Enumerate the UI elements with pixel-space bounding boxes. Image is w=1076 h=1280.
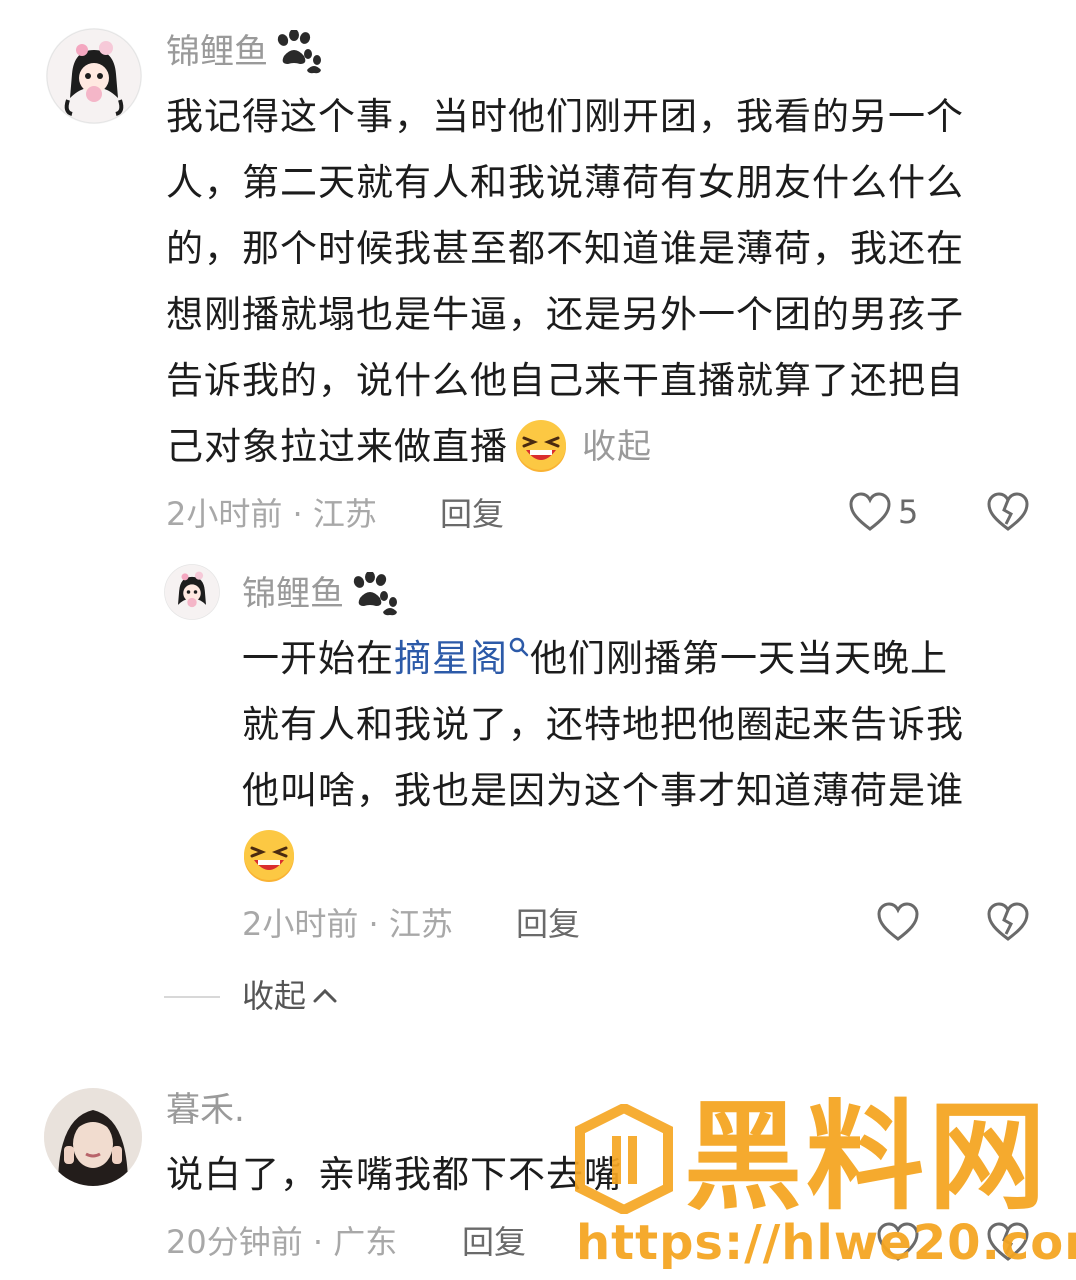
comment-text-line: 告诉我的，说什么他自己来干直播就算了还把自	[166, 359, 964, 402]
broken-heart-icon	[987, 902, 1029, 941]
watermark-url: https://hlwe20.com	[576, 1215, 1076, 1271]
comment-text-line: 己对象拉过来做直播	[166, 425, 508, 468]
comment-time-location: 20分钟前 · 广东	[166, 1223, 398, 1261]
collapse-divider	[164, 996, 220, 998]
reply-button[interactable]: 回复	[462, 1222, 526, 1262]
reply-button[interactable]: 回复	[440, 494, 504, 534]
reply-text: 一开始在摘星阁 他们刚播第一天当天晚上 就有人和我说了，还特地把他圈起来告诉我 …	[242, 626, 1042, 890]
watermark-logo	[572, 1102, 676, 1216]
reply-username[interactable]: 锦鲤鱼	[242, 572, 400, 616]
reply-button[interactable]: 回复	[516, 904, 580, 944]
heart-icon	[877, 902, 919, 941]
comment-text-line: 我记得这个事，当时他们刚开团，我看的另一个	[166, 95, 964, 138]
heart-icon	[849, 492, 891, 531]
reply-user-avatar[interactable]	[164, 564, 220, 620]
dislike-button[interactable]	[986, 490, 1030, 538]
comment-username[interactable]: 暮禾.	[166, 1090, 245, 1130]
paw-icon	[277, 30, 321, 74]
paw-icon	[353, 572, 397, 616]
comment-username[interactable]: 锦鲤鱼	[166, 30, 324, 74]
comment-time-location: 2小时前 · 江苏	[166, 495, 377, 533]
comment-text-line: 人，第二天就有人和我说薄荷有女朋友什么什么	[166, 161, 964, 204]
search-link[interactable]: 摘星阁	[394, 637, 508, 680]
collapse-text-link[interactable]: 收起	[582, 414, 652, 480]
reply-time-location: 2小时前 · 江苏	[242, 905, 453, 943]
collapse-replies-button[interactable]: 收起	[242, 976, 338, 1016]
laughing-emoji-icon	[244, 830, 294, 882]
user-avatar[interactable]	[44, 1088, 142, 1186]
search-icon[interactable]	[508, 636, 530, 658]
broken-heart-icon	[987, 492, 1029, 531]
comment-text: 说白了，亲嘴我都下不去嘴	[166, 1153, 622, 1196]
like-count: 5	[898, 493, 919, 531]
like-button[interactable]	[876, 900, 920, 948]
comment-text-line: 的，那个时候我甚至都不知道谁是薄荷，我还在	[166, 227, 964, 270]
laughing-emoji-icon	[516, 420, 566, 472]
comment-text: 我记得这个事，当时他们刚开团，我看的另一个 人，第二天就有人和我说薄荷有女朋友什…	[166, 84, 1046, 480]
chevron-up-icon	[313, 988, 337, 1003]
reply-text-line: 他叫啥，我也是因为这个事才知道薄荷是谁	[242, 769, 964, 812]
reply-text-line: 就有人和我说了，还特地把他圈起来告诉我	[242, 703, 964, 746]
watermark-brand: 黑料网	[684, 1088, 1051, 1226]
dislike-button[interactable]	[986, 900, 1030, 948]
comment-text-line: 想刚播就塌也是牛逼，还是另外一个团的男孩子	[166, 293, 964, 336]
like-button[interactable]: 5	[848, 490, 918, 534]
user-avatar[interactable]	[46, 28, 142, 124]
